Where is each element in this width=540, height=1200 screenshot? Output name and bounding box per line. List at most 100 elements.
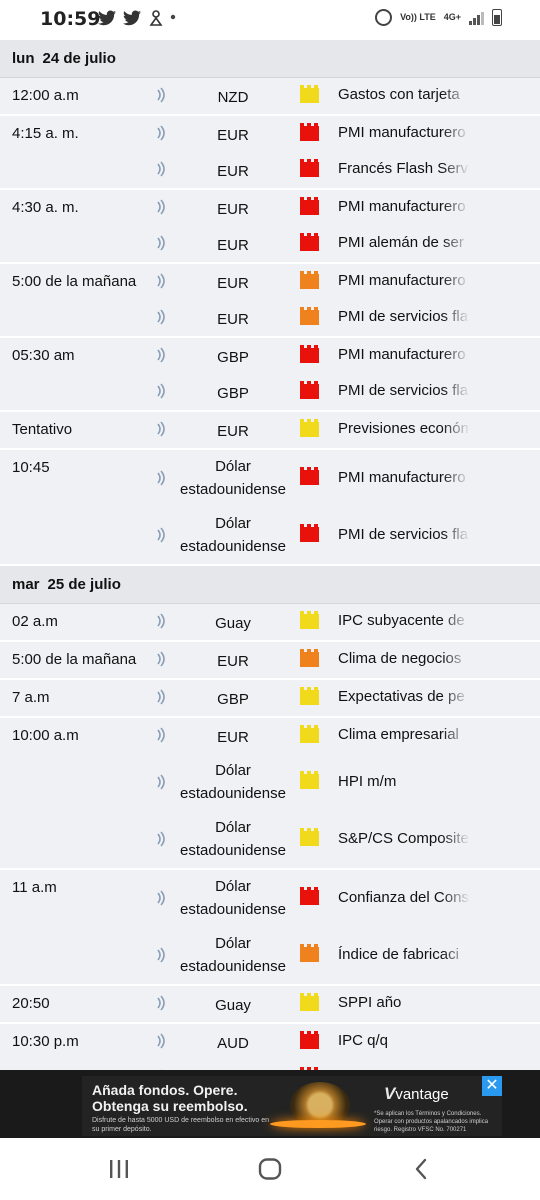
date-label: 24 de julio	[42, 50, 116, 67]
event-row[interactable]: 10:45 Dólar estadounidense PMI manufacture…	[0, 450, 540, 507]
sound-icon[interactable]	[155, 995, 167, 1011]
event-currency: Dólar estadounidense	[180, 878, 286, 918]
importance-yellow-icon	[300, 611, 319, 629]
event-time: 7 a.m	[12, 689, 50, 706]
event-time: Tentativo	[12, 421, 73, 438]
event-row[interactable]: Dólar estadounidense PMI de servicios fla	[0, 507, 540, 564]
event-row[interactable]: 4:30 a. m. EUR PMI manufacturero	[0, 190, 540, 226]
event-row[interactable]: 5:00 de la mañana EUR PMI manufacturero	[0, 264, 540, 300]
ad-creative[interactable]: Añada fondos. Opere. Obtenga su reembols…	[82, 1076, 502, 1136]
importance-red-icon	[300, 159, 319, 177]
importance-red-icon	[300, 197, 319, 215]
event-row[interactable]: Dólar estadounidense S&P/CS Composite	[0, 811, 540, 868]
event-currency: EUR	[217, 729, 249, 746]
ad-banner[interactable]: Añada fondos. Opere. Obtenga su reembols…	[0, 1070, 540, 1138]
ad-legal-text: *Se aplican los Términos y Condiciones. …	[374, 1111, 489, 1133]
status-right: Vo)) LTE 4G+	[375, 9, 502, 26]
sound-icon[interactable]	[155, 383, 167, 399]
recent-apps-icon	[110, 1160, 128, 1178]
sound-icon[interactable]	[155, 651, 167, 667]
event-row[interactable]: 10:30 p.m AUD IPC q/q	[0, 1024, 540, 1060]
importance-red-icon	[300, 467, 319, 485]
event-row[interactable]: 10:00 a.m EUR Clima empresarial	[0, 718, 540, 754]
home-button[interactable]	[255, 1156, 285, 1182]
network-4g: 4G+	[443, 12, 461, 22]
event-currency: GBP	[217, 349, 249, 366]
event-name: Clima de negocios	[338, 650, 470, 667]
event-name: PMI de servicios fla	[338, 308, 470, 325]
twitter-icon	[123, 10, 142, 26]
event-name: S&P/CS Composite	[338, 830, 470, 847]
event-row[interactable]: EUR PMI de servicios fla	[0, 300, 540, 336]
event-row[interactable]: Dólar estadounidense HPI m/m	[0, 754, 540, 811]
ad-small-text: Disfrute de hasta 5000 USD de reembolso …	[92, 1117, 270, 1133]
event-name: PMI alemán de ser	[338, 234, 470, 251]
importance-red-icon	[300, 524, 319, 542]
event-row[interactable]: 02 a.m Guay IPC subyacente de	[0, 604, 540, 640]
signal-icon	[469, 11, 484, 25]
close-icon[interactable]: ✕	[482, 1076, 502, 1096]
event-name: IPC subyacente de	[338, 612, 470, 629]
event-row[interactable]: 7 a.m GBP Expectativas de pe	[0, 680, 540, 716]
sound-icon[interactable]	[155, 125, 167, 141]
home-icon	[258, 1158, 282, 1180]
event-name: PMI manufacturero	[338, 124, 470, 141]
importance-yellow-icon	[300, 419, 319, 437]
event-group: 7 a.m GBP Expectativas de pe	[0, 680, 540, 718]
event-currency: Dólar estadounidense	[180, 819, 286, 859]
sound-icon[interactable]	[155, 774, 167, 790]
network-volte: Vo)) LTE	[400, 12, 436, 22]
event-row[interactable]: EUR Francés Flash Serv	[0, 152, 540, 188]
sound-icon[interactable]	[155, 161, 167, 177]
back-icon	[415, 1158, 427, 1180]
event-row[interactable]: EUR PMI alemán de ser	[0, 226, 540, 262]
event-row[interactable]: GBP PMI de servicios fla	[0, 374, 540, 410]
event-time: 4:30 a. m.	[12, 199, 79, 216]
status-time: 10:59	[40, 8, 101, 30]
sound-icon[interactable]	[155, 87, 167, 103]
event-row[interactable]: Tentativo EUR Previsiones económ	[0, 412, 540, 448]
back-button[interactable]	[406, 1156, 436, 1182]
sound-icon[interactable]	[155, 947, 167, 963]
sound-icon[interactable]	[155, 309, 167, 325]
event-currency: Dólar estadounidense	[180, 458, 286, 498]
sound-icon[interactable]	[155, 199, 167, 215]
event-group: 05:30 am GBP PMI manufacturero GBP PMI de se…	[0, 338, 540, 412]
event-time: 10:30 p.m	[12, 1033, 79, 1050]
event-row[interactable]: 5:00 de la mañana EUR Clima de negocios	[0, 642, 540, 678]
importance-orange-icon	[300, 649, 319, 667]
event-group: 10:30 p.m AUD IPC q/q AUDIPC a/a	[0, 1024, 540, 1070]
sound-icon[interactable]	[155, 235, 167, 251]
importance-red-icon	[300, 123, 319, 141]
event-currency: EUR	[217, 423, 249, 440]
event-row[interactable]: 20:50 Guay SPPI año	[0, 986, 540, 1022]
event-row[interactable]: Dólar estadounidense Índice de fabricaci	[0, 927, 540, 984]
sound-icon[interactable]	[155, 831, 167, 847]
sound-icon[interactable]	[155, 613, 167, 629]
sound-icon[interactable]	[155, 689, 167, 705]
event-currency: Guay	[215, 615, 251, 632]
event-row[interactable]: 11 a.m Dólar estadounidense Confianza del …	[0, 870, 540, 927]
economic-calendar-list[interactable]: lun 24 de julio 12:00 a.m NZD Gastos con tar…	[0, 40, 540, 1070]
event-row[interactable]: 12:00 a.m NZD Gastos con tarjeta	[0, 78, 540, 114]
sound-icon[interactable]	[155, 890, 167, 906]
recent-apps-button[interactable]	[104, 1156, 134, 1182]
event-time: 02 a.m	[12, 613, 58, 630]
sound-icon[interactable]	[155, 347, 167, 363]
importance-red-icon	[300, 345, 319, 363]
event-row[interactable]: AUDIPC a/a	[0, 1060, 540, 1070]
event-row[interactable]: 05:30 am GBP PMI manufacturero	[0, 338, 540, 374]
sound-icon[interactable]	[155, 470, 167, 486]
event-name: PMI manufacturero	[338, 272, 470, 289]
importance-red-icon	[300, 887, 319, 905]
sound-icon[interactable]	[155, 1033, 167, 1049]
sound-icon[interactable]	[155, 727, 167, 743]
event-name: SPPI año	[338, 994, 470, 1011]
event-time: 4:15 a. m.	[12, 125, 79, 142]
sound-icon[interactable]	[155, 527, 167, 543]
event-row[interactable]: 4:15 a. m. EUR PMI manufacturero	[0, 116, 540, 152]
event-name: Expectativas de pe	[338, 688, 470, 705]
sound-icon[interactable]	[155, 273, 167, 289]
event-group: 12:00 a.m NZD Gastos con tarjeta	[0, 78, 540, 116]
sound-icon[interactable]	[155, 421, 167, 437]
